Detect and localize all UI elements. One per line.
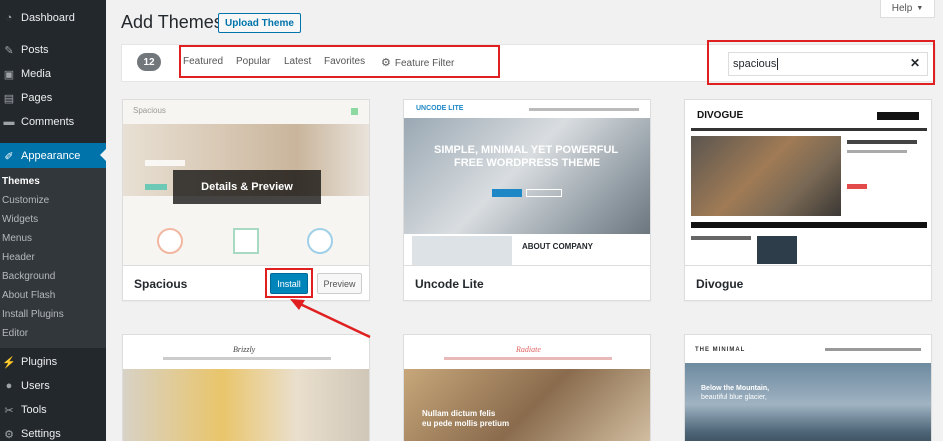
annotation-arrow (290, 299, 371, 339)
